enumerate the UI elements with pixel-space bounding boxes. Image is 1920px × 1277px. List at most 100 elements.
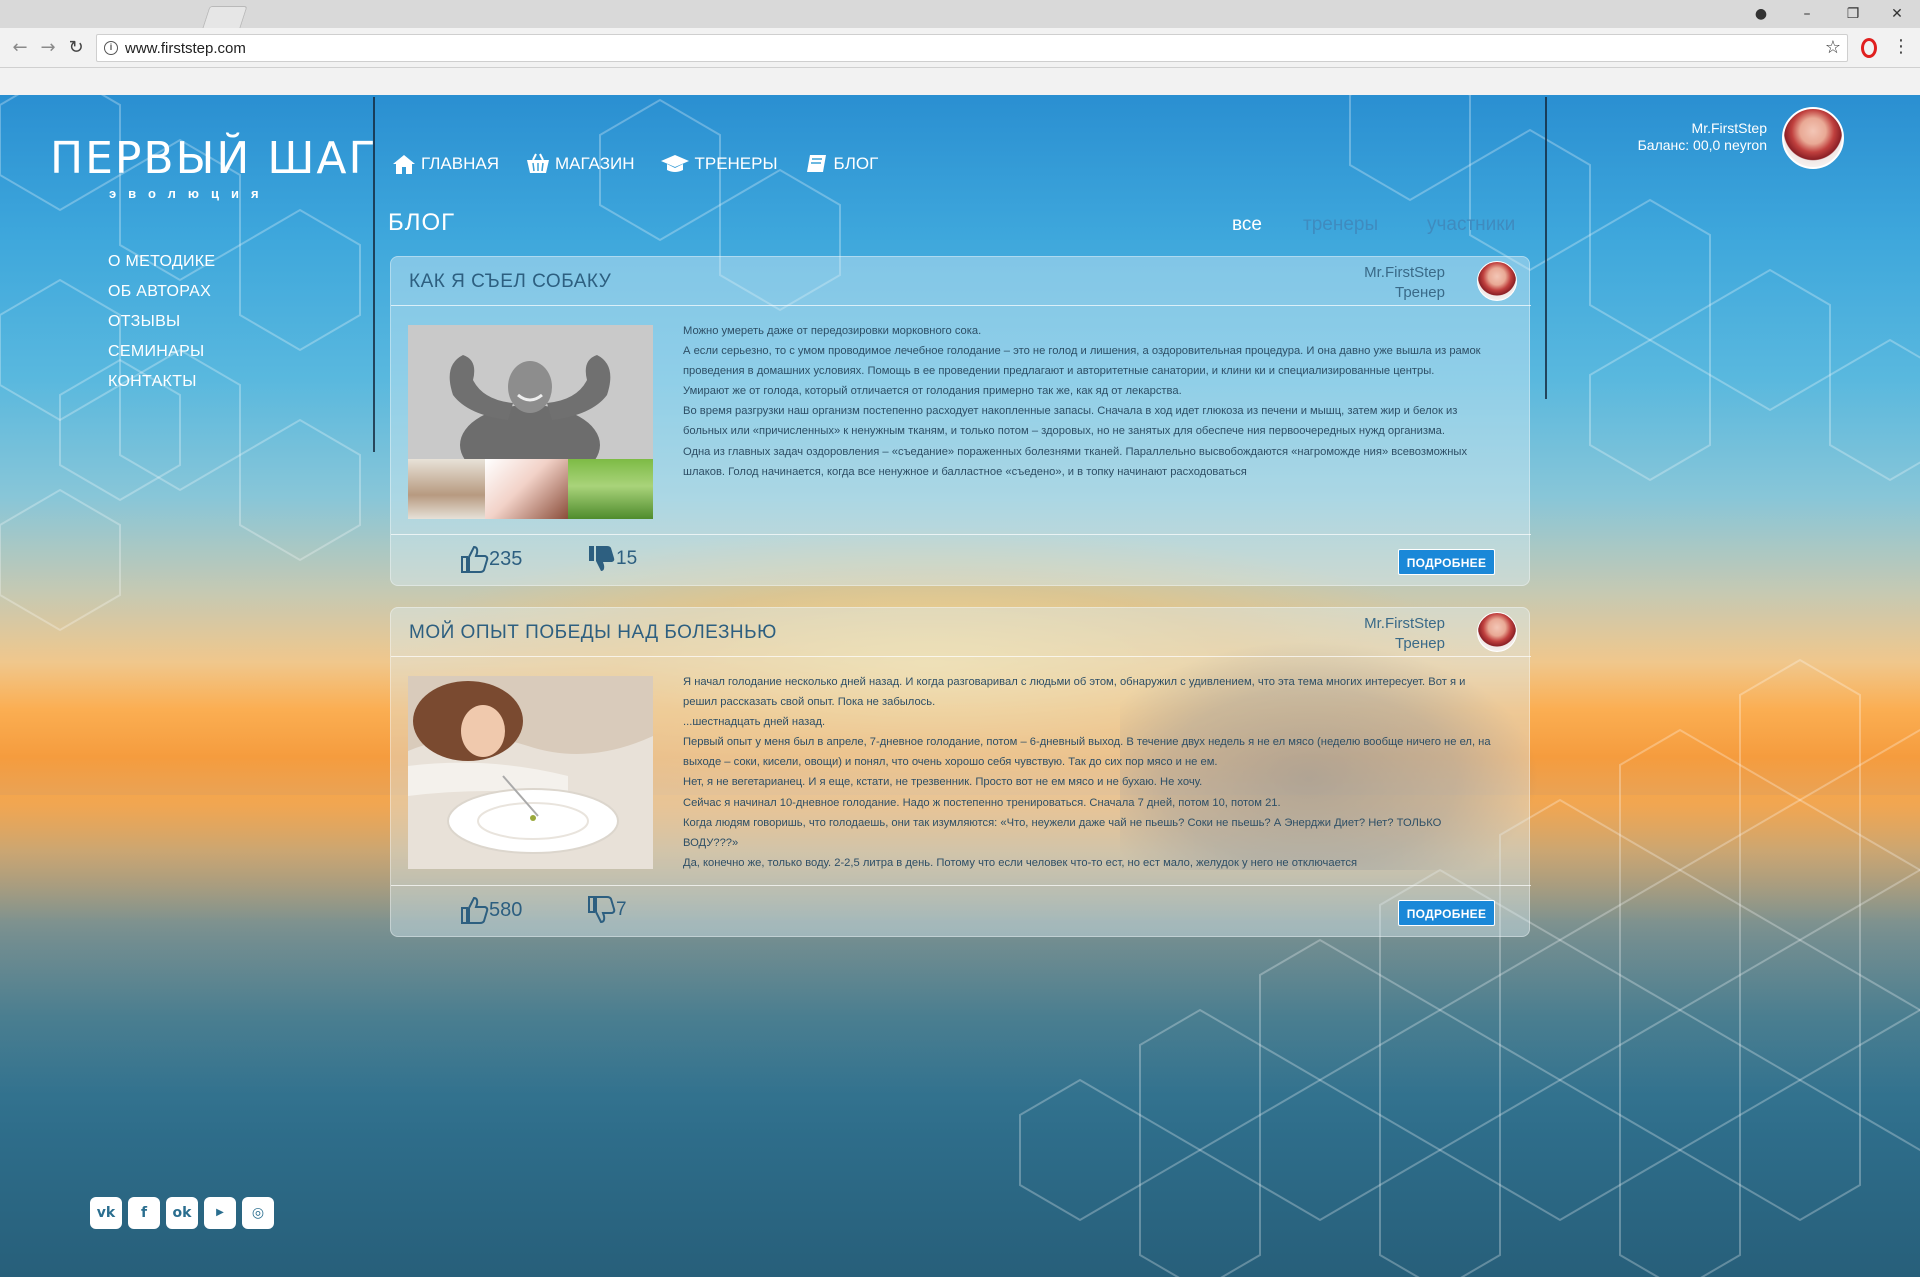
side-menu-item-method[interactable]: О МЕТОДИКЕ <box>108 252 215 282</box>
post-author-name[interactable]: Mr.FirstStep <box>1364 263 1445 283</box>
blog-post-card: КАК Я СЪЕЛ СОБАКУ Mr.FirstStep Тренер Мо… <box>390 256 1531 586</box>
restore-button[interactable]: ❐ <box>1830 2 1876 26</box>
social-links: vk f ok ▶ ◎ <box>90 1197 274 1229</box>
side-menu-item-seminars[interactable]: СЕМИНАРЫ <box>108 342 215 372</box>
post-paragraph: Одна из главных задач оздоровления – «съ… <box>683 445 1468 478</box>
dislike-count: 15 <box>616 548 638 569</box>
profile-icon[interactable]: ● <box>1738 2 1784 26</box>
thumbs-down-icon <box>588 896 616 924</box>
post-paragraph: ...шестнадцать дней назад. <box>683 716 826 729</box>
read-more-button[interactable]: ПОДРОБНЕЕ <box>1398 900 1495 926</box>
side-menu-item-reviews[interactable]: ОТЗЫВЫ <box>108 312 215 342</box>
sidebar-divider <box>373 97 375 452</box>
side-menu: О МЕТОДИКЕ ОБ АВТОРАХ ОТЗЫВЫ СЕМИНАРЫ КО… <box>108 252 215 402</box>
filter-participants[interactable]: участники <box>1427 214 1515 236</box>
post-title[interactable]: МОЙ ОПЫТ ПОБЕДЫ НАД БОЛЕЗНЬЮ <box>409 622 777 644</box>
post-image-main <box>408 676 653 869</box>
user-avatar[interactable] <box>1782 107 1844 169</box>
reload-icon[interactable]: ↻ <box>64 36 88 60</box>
nav-trainers-label: ТРЕНЕРЫ <box>694 154 778 173</box>
dislike-button[interactable]: 7 <box>586 895 627 925</box>
divider <box>391 885 1531 886</box>
facebook-icon[interactable]: f <box>128 1197 160 1229</box>
site-logo-title[interactable]: ПЕРВЫЙ ШАГ <box>50 133 377 184</box>
post-paragraph: Нет, я не вегетарианец. И я еще, кстати,… <box>683 776 1203 789</box>
instagram-icon[interactable]: ◎ <box>242 1197 274 1229</box>
browser-toolbar: ← → ↻ i www.firststep.com ☆ ⋮ <box>0 28 1920 68</box>
nav-trainers[interactable]: ТРЕНЕРЫ <box>660 153 778 175</box>
like-count: 235 <box>489 547 523 570</box>
post-author-role: Тренер <box>1395 284 1445 301</box>
post-author: Mr.FirstStep Тренер <box>1364 263 1445 303</box>
graduation-cap-icon <box>661 155 690 172</box>
bookmark-star-icon[interactable]: ☆ <box>1825 37 1841 58</box>
post-paragraph: Я начал голодание несколько дней назад. … <box>683 676 1466 709</box>
strongman-photo <box>408 325 653 459</box>
post-author-name[interactable]: Mr.FirstStep <box>1364 614 1445 634</box>
post-paragraph: Умирают же от голода, который отличается… <box>683 385 1182 398</box>
top-nav: ГЛАВНАЯ МАГАЗИН ТРЕНЕРЫ БЛОГ <box>391 153 904 175</box>
filter-trainers[interactable]: тренеры <box>1303 214 1378 236</box>
divider <box>391 656 1531 657</box>
post-paragraph: Когда людям говоришь, что голодаешь, они… <box>683 816 1442 849</box>
post-excerpt: Можно умереть даже от передозировки морк… <box>683 321 1499 482</box>
back-icon[interactable]: ← <box>8 36 32 60</box>
post-author: Mr.FirstStep Тренер <box>1364 614 1445 654</box>
page-title: БЛОГ <box>388 209 456 236</box>
close-button[interactable]: ✕ <box>1874 2 1920 26</box>
browser-tabstrip: ● – ❐ ✕ <box>0 0 1920 28</box>
side-menu-item-authors[interactable]: ОБ АВТОРАХ <box>108 282 215 312</box>
thumbs-down-icon <box>589 546 615 571</box>
post-thumb-yoga <box>568 459 653 519</box>
thumbs-up-icon <box>461 545 489 573</box>
minimize-button[interactable]: – <box>1784 2 1830 26</box>
post-title[interactable]: КАК Я СЪЕЛ СОБАКУ <box>409 271 611 293</box>
youtube-icon[interactable]: ▶ <box>204 1197 236 1229</box>
address-bar[interactable]: i www.firststep.com ☆ <box>96 34 1848 62</box>
post-paragraph: Во время разгрузки наш организм постепен… <box>683 405 1458 438</box>
header-right-divider <box>1545 97 1547 399</box>
like-button[interactable]: 580 <box>459 895 522 925</box>
nav-home[interactable]: ГЛАВНАЯ <box>391 153 499 175</box>
nav-shop[interactable]: МАГАЗИН <box>525 153 634 175</box>
post-excerpt: Я начал голодание несколько дней назад. … <box>683 672 1499 873</box>
post-thumb-woman-drinking <box>485 459 568 519</box>
nav-home-label: ГЛАВНАЯ <box>421 154 499 173</box>
book-icon <box>806 155 826 172</box>
post-paragraph: Да, конечно же, только воду. 2-2,5 литра… <box>683 856 1358 869</box>
divider <box>391 534 1531 535</box>
basket-icon <box>526 153 549 173</box>
opera-icon[interactable] <box>1861 38 1877 58</box>
odnoklassniki-icon[interactable]: ok <box>166 1197 198 1229</box>
post-paragraph: Сейчас я начинал 10-дневное голодание. Н… <box>683 796 1281 809</box>
forward-icon[interactable]: → <box>36 36 60 60</box>
author-avatar[interactable] <box>1477 612 1517 652</box>
side-menu-item-contacts[interactable]: КОНТАКТЫ <box>108 372 215 402</box>
like-count: 580 <box>489 898 523 921</box>
nav-blog[interactable]: БЛОГ <box>804 153 879 175</box>
url-text[interactable]: www.firststep.com <box>125 40 246 57</box>
dislike-count: 7 <box>616 899 627 920</box>
post-image-main <box>408 325 653 459</box>
site-logo-subtitle: эволюция <box>109 186 271 201</box>
post-paragraph: А если серьезно, то с умом проводимое ле… <box>683 345 1481 378</box>
post-thumb-man <box>408 459 485 519</box>
vk-icon[interactable]: vk <box>90 1197 122 1229</box>
new-tab-button[interactable] <box>202 6 248 28</box>
like-button[interactable]: 235 <box>459 544 522 574</box>
author-avatar[interactable] <box>1477 261 1517 301</box>
blog-post-card: МОЙ ОПЫТ ПОБЕДЫ НАД БОЛЕЗНЬЮ Mr.FirstSte… <box>390 607 1531 937</box>
dislike-button[interactable]: 15 <box>586 544 637 574</box>
post-paragraph: Можно умереть даже от передозировки морк… <box>683 325 982 337</box>
divider <box>391 305 1531 306</box>
read-more-button[interactable]: ПОДРОБНЕЕ <box>1398 549 1495 575</box>
woman-plate-photo <box>408 676 653 869</box>
nav-blog-label: БЛОГ <box>833 154 879 173</box>
menu-kebab-icon[interactable]: ⋮ <box>1892 36 1910 57</box>
info-icon[interactable]: i <box>104 41 118 55</box>
post-paragraph: Первый опыт у меня был в апреле, 7-дневн… <box>683 736 1491 769</box>
user-name[interactable]: Mr.FirstStep <box>1692 120 1767 136</box>
nav-shop-label: МАГАЗИН <box>554 154 635 173</box>
browser-gap <box>0 68 1920 95</box>
filter-all[interactable]: все <box>1232 214 1262 236</box>
